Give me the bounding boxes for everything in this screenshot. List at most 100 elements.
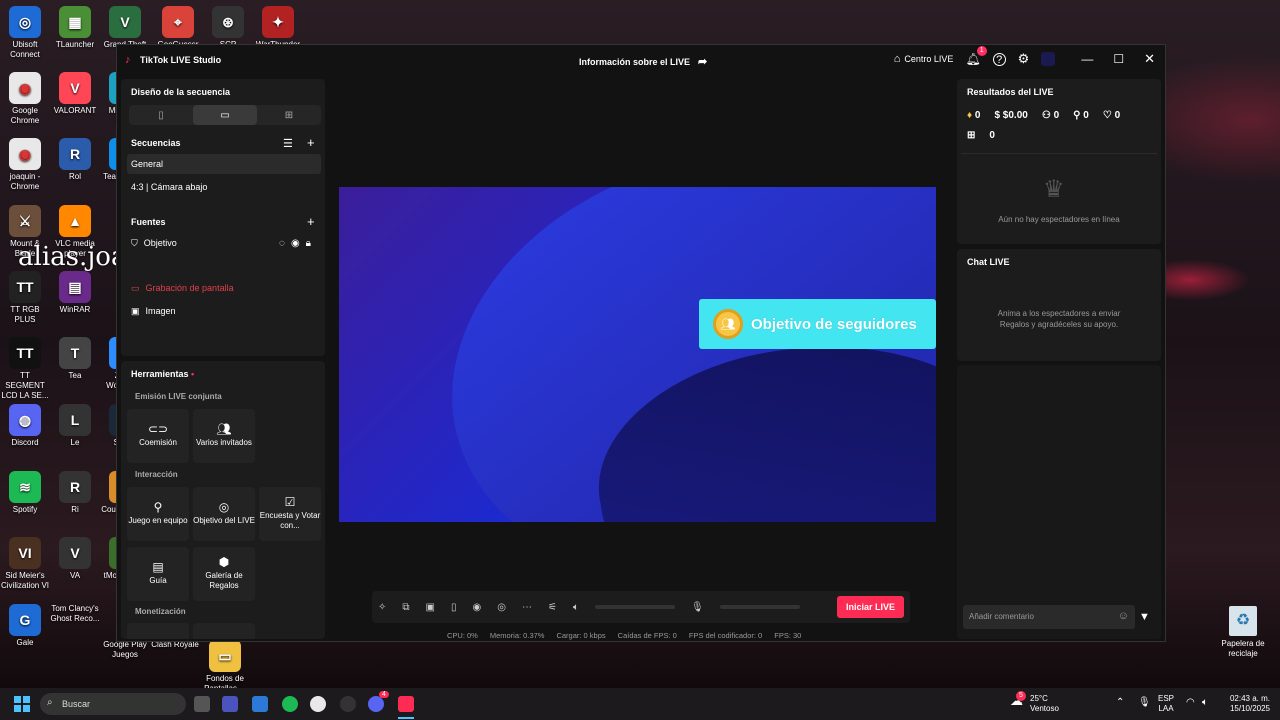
maximize-icon[interactable]: ☐	[1113, 52, 1124, 66]
desktop-icon-label: TLauncher	[55, 40, 95, 49]
speaker-volume-slider[interactable]	[594, 605, 675, 609]
desktop-icon[interactable]: ▤ WinRAR	[50, 271, 100, 315]
desktop-icon[interactable]: TT TT SEGMENT LCD LA SE...	[0, 337, 50, 401]
app-icon[interactable]	[340, 696, 356, 712]
discord-icon[interactable]: 4	[368, 691, 389, 712]
sequence-item-43[interactable]: 4:3 | Cámara abajo	[131, 177, 207, 197]
desktop-icon[interactable]: T Tea	[50, 337, 100, 381]
chat-title: Chat LIVE	[967, 257, 1010, 267]
settings-gear-icon[interactable]: ⚙	[1018, 51, 1030, 67]
weather-widget[interactable]: ☁ 5 25°C Ventoso	[1010, 691, 1070, 714]
emoji-icon[interactable]: ☺	[1118, 610, 1129, 622]
desktop-icon[interactable]: ◉ Google Chrome	[0, 72, 50, 126]
source-item-grabacion[interactable]: ▭ Grabación de pantalla	[131, 278, 234, 298]
follower-goal-widget[interactable]: 👥︎ Objetivo de seguidores	[699, 299, 936, 349]
notifications-button[interactable]: 🔔︎ 1	[965, 46, 987, 66]
language-indicator[interactable]: ESP LAA	[1158, 694, 1174, 714]
chevron-up-icon[interactable]: ⌃	[1116, 698, 1124, 708]
desktop-icon[interactable]: TT TT RGB PLUS	[0, 271, 50, 325]
desktop-icon[interactable]: L Le	[50, 404, 100, 448]
portrait-icon[interactable]: ▯	[129, 105, 193, 125]
recycle-bin-label: Papelera de reciclaje	[1221, 639, 1265, 658]
desktop-icon[interactable]: VI Sid Meier's Civilization VI	[0, 537, 50, 591]
speaker-icon[interactable]: 🔈︎	[573, 602, 579, 613]
tool-label: Varios invitados	[196, 438, 252, 447]
tool-monetizacion-1[interactable]	[127, 623, 189, 639]
tool-encuesta[interactable]: ☑ Encuesta y Votar con...	[259, 487, 321, 541]
sequence-item-general[interactable]: General	[127, 154, 321, 174]
live-info-link[interactable]: Información sobre el LIVE ➦	[579, 55, 707, 68]
minimize-icon[interactable]: —	[1081, 52, 1093, 66]
desktop-icon[interactable]: ◍ Discord	[0, 404, 50, 448]
recycle-bin[interactable]: ♻ Papelera de reciclaje	[1218, 606, 1268, 659]
replay-icon[interactable]: ◎	[497, 602, 506, 613]
tool-galeria-regalos[interactable]: ⬢ Galería de Regalos	[193, 547, 255, 601]
magic-wand-icon[interactable]: ✧	[378, 602, 386, 613]
comment-placeholder: Añadir comentario	[969, 612, 1034, 621]
live-preview-canvas[interactable]: 👥︎ Objetivo de seguidores	[339, 187, 936, 522]
tool-varios-invitados[interactable]: 👥︎ Varios invitados	[193, 409, 255, 463]
go-live-button[interactable]: Iniciar LIVE	[836, 596, 904, 618]
task-view-icon[interactable]	[194, 696, 210, 712]
clock[interactable]: 02:43 a. m. 15/10/2025	[1222, 694, 1270, 714]
sequence-label: 4:3 | Cámara abajo	[131, 182, 208, 192]
add-sequence-icon[interactable]: +	[307, 135, 315, 150]
mic-volume-slider[interactable]	[719, 605, 800, 609]
locked-layout-icon[interactable]: ⊞	[257, 105, 321, 125]
source-label: Imagen	[145, 306, 176, 316]
desktop-icon[interactable]: G Gale	[0, 604, 50, 648]
taskbar-search[interactable]: ⌕ Buscar	[40, 693, 186, 715]
tiktok-studio-icon[interactable]	[398, 696, 414, 712]
list-icon[interactable]: ☰	[283, 137, 293, 150]
group-interaccion-label: Interacción	[135, 470, 178, 479]
app-icon: ✦	[262, 6, 294, 38]
windows-start-icon[interactable]	[14, 696, 30, 712]
volume-icon[interactable]: 🔈︎	[1202, 698, 1208, 708]
tool-coemision[interactable]: ⊂⊃ Coemisión	[127, 409, 189, 463]
help-icon[interactable]: ?	[992, 52, 1006, 66]
source-controls[interactable]: ◌◉🔒︎	[279, 238, 317, 249]
desktop-icon[interactable]: R Rol	[50, 138, 100, 182]
tool-juego-en-equipo[interactable]: ⚲ Juego en equipo	[127, 487, 189, 541]
close-icon[interactable]: ✕	[1144, 51, 1155, 67]
desktop-icon[interactable]: Tom Clancy's Ghost Reco...	[50, 604, 100, 624]
desktop-icon[interactable]: ▭Fondos de Pantallas ...	[200, 640, 250, 694]
tool-monetizacion-2[interactable]	[193, 623, 255, 639]
app-icon: ▲	[59, 205, 91, 237]
wifi-icon[interactable]: ◠	[1186, 698, 1195, 708]
microphone-icon[interactable]: 🎙︎	[1138, 698, 1151, 708]
no-viewers-text: Aún no hay espectadores en línea	[998, 215, 1120, 224]
layers-icon[interactable]: ⧉	[402, 602, 409, 613]
source-item-objetivo[interactable]: ⛉ Objetivo ◌◉🔒︎	[131, 233, 317, 253]
tool-objetivo-live[interactable]: ◎ Objetivo del LIVE	[193, 487, 255, 541]
comment-input[interactable]: Añadir comentario ☺	[963, 605, 1135, 629]
goal-text: Objetivo de seguidores	[751, 315, 917, 333]
desktop-icon[interactable]: V VALORANT	[50, 72, 100, 116]
microphone-icon[interactable]: 🎙︎	[691, 602, 704, 613]
phone-icon[interactable]: ▯	[451, 602, 457, 613]
performance-stats: CPU: 0% Memoria: 0.37% Cargar: 0 kbps Ca…	[447, 631, 801, 640]
teams-icon[interactable]	[222, 696, 238, 712]
centro-live-button[interactable]: ⌂ Centro LIVE	[894, 53, 954, 65]
chrome-icon[interactable]	[310, 696, 326, 712]
desktop-icon[interactable]: V VA	[50, 537, 100, 581]
tool-guia[interactable]: ▤ Guía	[127, 547, 189, 601]
desktop-icon[interactable]: ◎ Ubisoft Connect	[0, 6, 50, 60]
desktop-icon[interactable]: R Ri	[50, 471, 100, 515]
avatar[interactable]	[1041, 52, 1056, 66]
filter-icon[interactable]: ▼	[1139, 611, 1150, 623]
spotify-icon[interactable]	[282, 696, 298, 712]
scene-icon[interactable]: ▣	[426, 602, 435, 613]
desktop-icon[interactable]: Google Play Juegos	[100, 640, 150, 660]
record-icon[interactable]: ◉	[473, 602, 482, 613]
mixer-icon[interactable]: ⚟	[548, 602, 557, 613]
desktop-icon[interactable]: ≋ Spotify	[0, 471, 50, 515]
add-source-icon[interactable]: +	[307, 214, 315, 229]
desktop-icon[interactable]: ◉ joaquin - Chrome	[0, 138, 50, 192]
landscape-icon[interactable]: ▭	[193, 105, 257, 125]
source-item-imagen[interactable]: ▣ Imagen	[131, 301, 176, 321]
weather-temp: 25°C	[1030, 694, 1048, 703]
more-icon[interactable]: ⋯	[522, 602, 532, 613]
desktop-icon[interactable]: ▦ TLauncher	[50, 6, 100, 50]
store-icon[interactable]	[252, 696, 268, 712]
